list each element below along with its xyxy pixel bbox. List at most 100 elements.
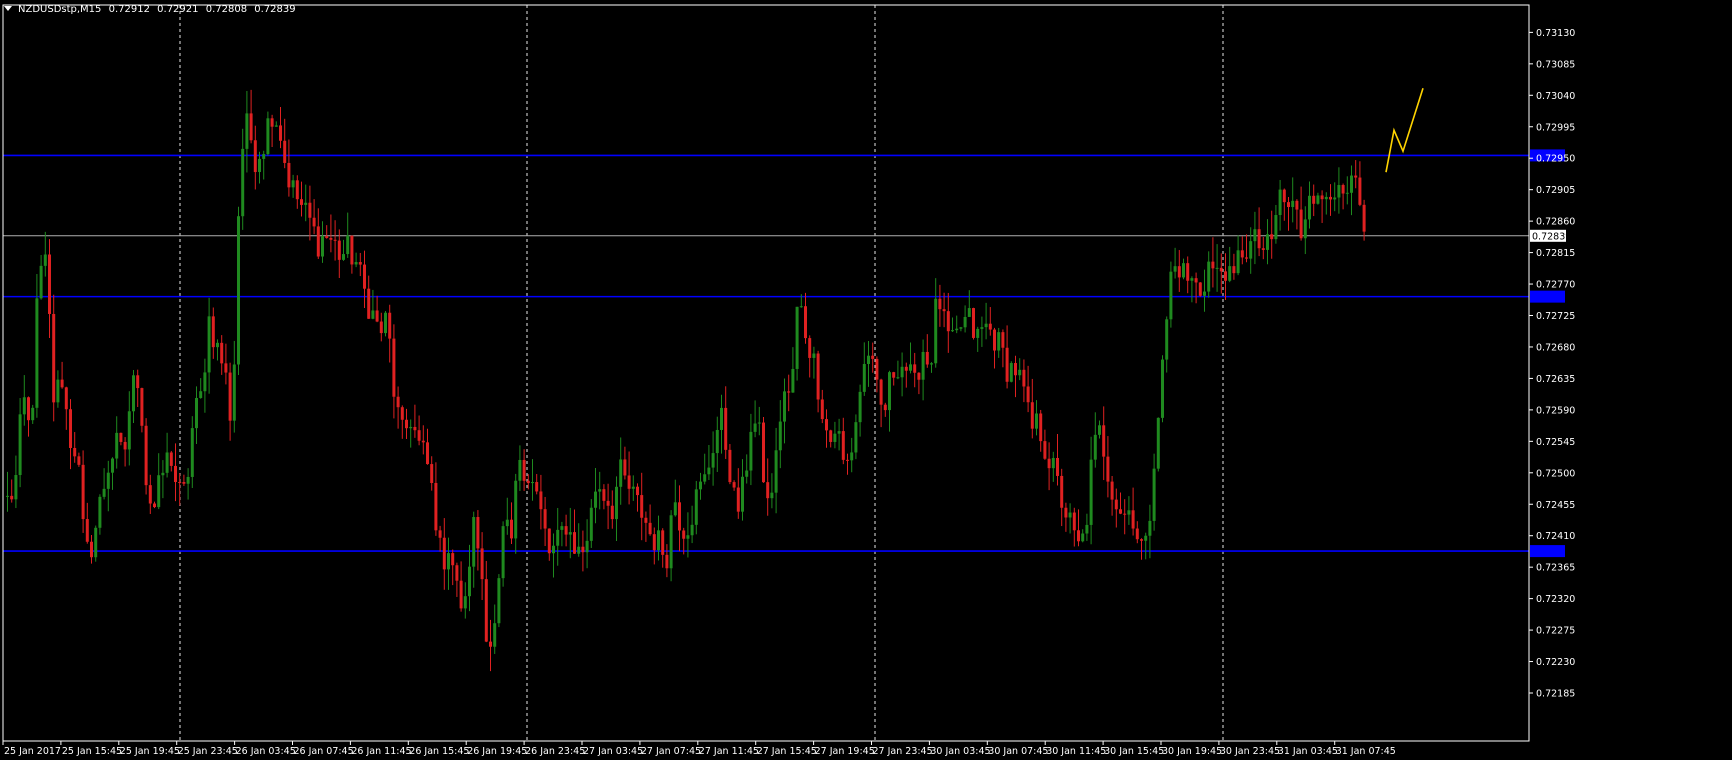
candle-body bbox=[127, 411, 131, 450]
close-value: 0.72839 bbox=[254, 4, 296, 15]
candle-body bbox=[132, 375, 135, 412]
candle-body bbox=[1135, 528, 1139, 540]
candle-body bbox=[1127, 510, 1131, 515]
candle-body bbox=[1282, 189, 1286, 203]
candle-body bbox=[136, 375, 140, 389]
candle-body bbox=[434, 482, 438, 531]
candle-body bbox=[997, 332, 1001, 351]
candle-body bbox=[157, 475, 161, 508]
candle-body bbox=[237, 216, 240, 365]
candle-body bbox=[1198, 282, 1202, 296]
chart-frame bbox=[2, 4, 1530, 742]
y-tick-label: 0.72815 bbox=[1536, 248, 1575, 259]
candle-body bbox=[81, 464, 85, 520]
candle-body bbox=[757, 422, 761, 424]
candle-body bbox=[413, 426, 417, 431]
candle-body bbox=[1295, 200, 1299, 210]
candle-body bbox=[707, 467, 711, 475]
candle-body bbox=[1001, 332, 1005, 348]
candle-body bbox=[640, 495, 644, 518]
candle-body bbox=[799, 306, 803, 308]
candle-body bbox=[43, 254, 47, 266]
candle-body bbox=[333, 239, 337, 241]
candle-body bbox=[778, 421, 782, 451]
candle-body bbox=[833, 433, 837, 442]
candle-body bbox=[938, 298, 942, 310]
candle-body bbox=[1257, 229, 1261, 249]
candle-body bbox=[295, 180, 299, 200]
y-tick-label: 0.72545 bbox=[1536, 437, 1575, 448]
candle-body bbox=[1345, 192, 1349, 194]
period-separators bbox=[179, 5, 1224, 741]
candle-body bbox=[1194, 278, 1198, 283]
x-tick-label: 30 Jan 23:45 bbox=[1220, 746, 1280, 757]
candle-body bbox=[942, 309, 946, 312]
candle-body bbox=[619, 459, 623, 487]
candle-body bbox=[804, 306, 807, 339]
candle-body bbox=[1051, 457, 1055, 469]
candle-body bbox=[972, 308, 975, 338]
x-tick-label: 26 Jan 11:45 bbox=[351, 746, 411, 757]
candle-body bbox=[522, 459, 526, 481]
open-value: 0.72912 bbox=[108, 4, 150, 15]
candle-body bbox=[371, 310, 375, 319]
x-tick-label: 31 Jan 03:45 bbox=[1278, 746, 1338, 757]
chevron-down-icon[interactable] bbox=[4, 6, 12, 11]
candle-body bbox=[1102, 425, 1106, 457]
candle-body bbox=[459, 580, 463, 609]
chart-window[interactable]: 0.73130 0.73085 0.73040 0.72995 0.72950 0.729… bbox=[0, 0, 1732, 760]
candle-body bbox=[115, 432, 119, 459]
candle-body bbox=[442, 537, 446, 570]
candle-body bbox=[1152, 468, 1156, 521]
candle-body bbox=[169, 452, 173, 466]
candle-body bbox=[921, 351, 925, 380]
candle-body bbox=[1249, 241, 1253, 259]
price-chart[interactable]: 0.73130 0.73085 0.73040 0.72995 0.72950 0.729… bbox=[0, 0, 1732, 760]
candle-body bbox=[1354, 175, 1358, 178]
y-tick-label: 0.72635 bbox=[1536, 374, 1575, 385]
candle-body bbox=[396, 396, 400, 408]
y-tick-label: 0.72680 bbox=[1536, 342, 1575, 353]
candle-body bbox=[1098, 425, 1101, 435]
candle-body bbox=[119, 432, 123, 442]
candle-body bbox=[1274, 215, 1278, 240]
candle-body bbox=[270, 118, 274, 127]
candle-body bbox=[564, 526, 568, 535]
y-tick-label: 0.72365 bbox=[1536, 563, 1575, 574]
candle-body bbox=[1022, 369, 1026, 387]
y-tick-label: 0.73130 bbox=[1536, 28, 1575, 39]
candle-body bbox=[825, 419, 828, 431]
candle-body bbox=[304, 202, 308, 205]
candle-body bbox=[963, 316, 967, 328]
candle-body bbox=[409, 426, 413, 429]
candle-body bbox=[1030, 402, 1034, 429]
candle-body bbox=[518, 459, 522, 481]
x-tick-label: 25 Jan 19:45 bbox=[120, 746, 180, 757]
candle-body bbox=[308, 202, 312, 218]
candle-body bbox=[1081, 533, 1085, 542]
candle-body bbox=[1320, 195, 1324, 200]
candle-body bbox=[1072, 512, 1076, 531]
candle-body bbox=[1190, 278, 1194, 281]
candle-body bbox=[367, 288, 371, 319]
candle-body bbox=[1047, 458, 1051, 469]
candle-body bbox=[1337, 185, 1341, 198]
candle-body bbox=[1266, 234, 1269, 250]
candle-body bbox=[602, 489, 606, 501]
candle-body bbox=[98, 496, 102, 528]
candle-body bbox=[1093, 434, 1097, 460]
candle-body bbox=[1106, 456, 1110, 482]
candle-body bbox=[808, 338, 812, 358]
candle-body bbox=[539, 491, 543, 510]
candle-body bbox=[984, 323, 988, 328]
candle-body bbox=[1270, 234, 1274, 240]
candle-body bbox=[405, 419, 408, 429]
candle-body bbox=[1261, 248, 1265, 250]
candle-body bbox=[514, 480, 518, 539]
candle-body bbox=[27, 397, 30, 421]
candle-body bbox=[493, 623, 497, 647]
candle-body bbox=[665, 554, 669, 569]
candle-body bbox=[720, 407, 723, 430]
candle-body bbox=[829, 430, 833, 442]
candle-body bbox=[980, 327, 984, 329]
